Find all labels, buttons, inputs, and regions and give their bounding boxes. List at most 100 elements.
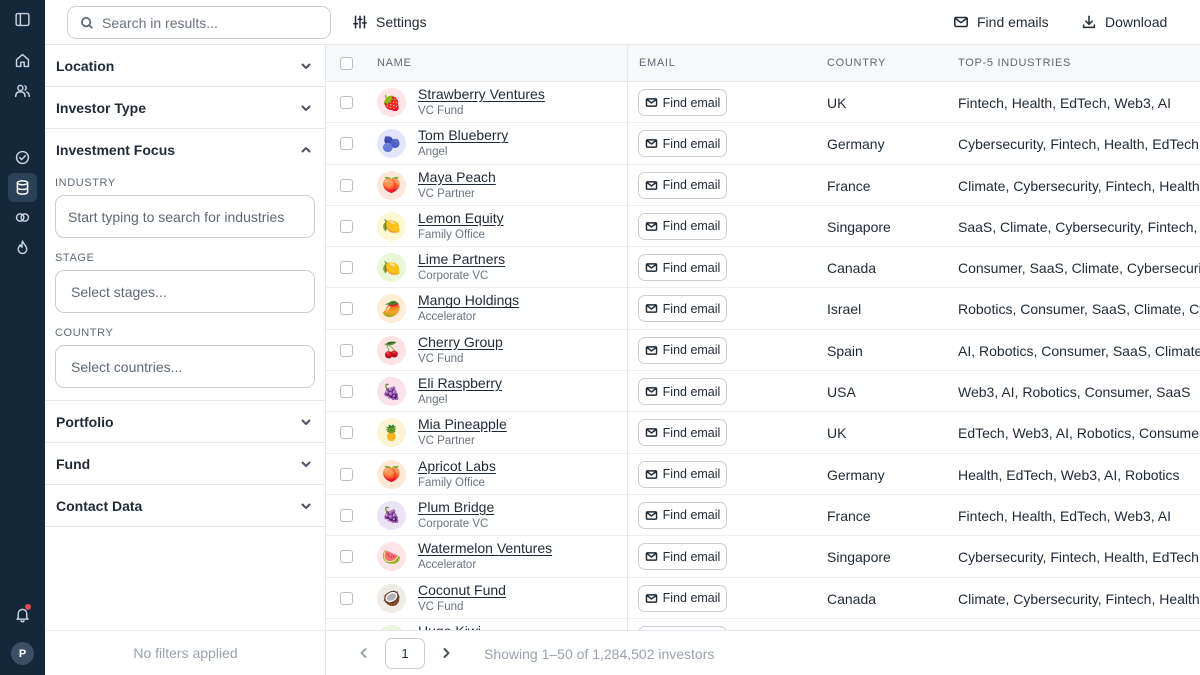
investor-name-link[interactable]: Watermelon Ventures [418, 540, 552, 556]
find-email-button[interactable]: Find email [638, 543, 727, 571]
table-row[interactable]: 🍓 Strawberry Ventures VC Fund Find email UK F… [326, 82, 1200, 124]
find-email-button[interactable]: Find email [638, 460, 727, 488]
filter-section-investor-type[interactable]: Investor Type [45, 87, 325, 129]
column-header-email[interactable]: EMAIL [639, 57, 676, 69]
find-email-button[interactable]: Find email [638, 419, 727, 447]
table-row[interactable]: 🥥 Coconut Fund VC Fund Find email Canada Clim… [326, 578, 1200, 619]
chevron-left-icon[interactable] [357, 646, 371, 660]
database-icon[interactable] [8, 173, 37, 202]
investor-name-link[interactable]: Strawberry Ventures [418, 86, 545, 102]
find-email-button[interactable]: Find email [638, 584, 727, 612]
check-circle-icon[interactable] [8, 143, 37, 172]
find-email-label: Find email [662, 178, 721, 193]
industry-input[interactable] [68, 208, 306, 225]
table-row[interactable]: 🍑 Maya Peach VC Partner Find email France Cli… [326, 165, 1200, 206]
column-header-industries[interactable]: TOP-5 INDUSTRIES [958, 57, 1071, 69]
home-icon[interactable] [8, 46, 37, 75]
row-checkbox[interactable] [340, 467, 353, 481]
filter-section-fund[interactable]: Fund [45, 443, 325, 485]
investor-name-link[interactable]: Maya Peach [418, 169, 496, 185]
find-email-button[interactable]: Find email [638, 336, 727, 364]
download-label: Download [1105, 14, 1168, 30]
investor-name-link[interactable]: Cherry Group [418, 334, 503, 350]
row-checkbox[interactable] [340, 137, 353, 151]
row-checkbox[interactable] [340, 96, 353, 109]
find-email-button[interactable]: Find email [638, 130, 727, 158]
table-row[interactable]: 🍍 Mia Pineapple VC Partner Find email UK EdTe… [326, 412, 1200, 454]
search-box[interactable] [67, 6, 331, 39]
row-checkbox[interactable] [340, 591, 353, 605]
filter-section-contact-data[interactable]: Contact Data [45, 485, 325, 527]
find-email-button[interactable]: Find email [638, 254, 727, 282]
country-select[interactable] [55, 345, 315, 388]
investor-industries: Cybersecurity, Fintech, Health, EdTech, … [958, 136, 1200, 153]
investor-name-link[interactable]: Mia Pineapple [418, 416, 507, 432]
table-row[interactable]: 🥭 Mango Holdings Accelerator Find email Isra… [326, 288, 1200, 330]
row-checkbox[interactable] [340, 178, 353, 192]
table-row[interactable]: 🥝Hugo KiwiAngelFind emailIsraelSaaS, Cli… [326, 619, 1200, 630]
sliders-icon [353, 15, 367, 29]
top-bar: Settings Find emails Download [45, 0, 1200, 45]
column-header-name[interactable]: NAME [377, 57, 412, 69]
row-checkbox[interactable] [340, 343, 353, 357]
table-row[interactable]: 🍋 Lemon Equity Family Office Find email Sing… [326, 206, 1200, 248]
investor-name-link[interactable]: Hugo Kiwi [418, 623, 481, 630]
settings-button[interactable]: Settings [352, 11, 427, 33]
investor-avatar-icon: 🍇 [377, 500, 406, 530]
row-checkbox[interactable] [340, 426, 353, 440]
filter-section-portfolio[interactable]: Portfolio [45, 401, 325, 443]
find-emails-button[interactable]: Find emails [953, 11, 1049, 33]
download-button[interactable]: Download [1081, 11, 1167, 33]
panel-toggle-icon[interactable] [8, 5, 37, 34]
investor-type: Angel [418, 146, 448, 159]
investor-name-link[interactable]: Mango Holdings [418, 292, 519, 308]
filter-section-investment-focus[interactable]: Investment Focus [45, 129, 325, 171]
users-icon[interactable] [8, 76, 37, 105]
row-checkbox[interactable] [340, 302, 353, 316]
table-row[interactable]: 🍇 Eli Raspberry Angel Find email USA Web3, AI… [326, 371, 1200, 413]
investor-name-link[interactable]: Plum Bridge [418, 499, 494, 515]
industry-field[interactable] [55, 195, 315, 238]
user-avatar[interactable]: P [11, 642, 34, 665]
page-number[interactable]: 1 [385, 638, 425, 669]
find-email-button[interactable]: Find email [638, 378, 727, 406]
bell-icon[interactable] [8, 600, 37, 629]
investor-name-link[interactable]: Apricot Labs [418, 458, 496, 474]
flame-icon[interactable] [8, 233, 37, 262]
row-checkbox[interactable] [340, 508, 353, 522]
table-row[interactable]: 🍉 Watermelon Ventures Accelerator Find emai… [326, 536, 1200, 578]
filter-section-location[interactable]: Location [45, 45, 325, 87]
mail-icon [645, 345, 657, 355]
row-checkbox[interactable] [340, 219, 353, 233]
select-all-checkbox[interactable] [340, 57, 353, 70]
link-rings-icon[interactable] [8, 203, 37, 232]
mail-icon [954, 16, 968, 28]
stage-input[interactable] [71, 283, 309, 300]
table-row[interactable]: 🫐 Tom Blueberry Angel Find email Germany Cybe… [326, 123, 1200, 165]
stage-select[interactable] [55, 270, 315, 313]
find-email-button[interactable]: Find email [638, 212, 727, 240]
country-input[interactable] [71, 358, 309, 375]
row-checkbox[interactable] [340, 385, 353, 399]
find-email-button[interactable]: Find email [638, 89, 727, 116]
find-email-button[interactable]: Find email [638, 295, 727, 323]
chevron-right-icon[interactable] [439, 646, 453, 660]
table-row[interactable]: 🍇 Plum Bridge Corporate VC Find email France… [326, 495, 1200, 537]
find-email-label: Find email [662, 467, 721, 482]
investor-name-link[interactable]: Lemon Equity [418, 210, 504, 226]
find-email-button[interactable]: Find email [638, 501, 727, 529]
row-checkbox[interactable] [340, 550, 353, 564]
column-header-country[interactable]: COUNTRY [827, 57, 886, 69]
table-row[interactable]: 🍑 Apricot Labs Family Office Find email Germ… [326, 454, 1200, 495]
table-row[interactable]: 🍋 Lime Partners Corporate VC Find email Cana… [326, 247, 1200, 289]
investor-name-link[interactable]: Coconut Fund [418, 582, 506, 598]
row-checkbox[interactable] [340, 261, 353, 275]
table-row[interactable]: 🍒 Cherry Group VC Fund Find email Spain AI, R… [326, 330, 1200, 372]
investor-name-link[interactable]: Eli Raspberry [418, 375, 502, 391]
investor-name-link[interactable]: Lime Partners [418, 251, 505, 267]
investor-name-link[interactable]: Tom Blueberry [418, 127, 508, 143]
filter-section-label: Fund [56, 455, 91, 472]
find-email-button[interactable]: Find email [638, 171, 727, 199]
search-input[interactable] [102, 14, 312, 31]
investor-industries: Robotics, Consumer, SaaS, Climate, Cyber… [958, 301, 1200, 318]
